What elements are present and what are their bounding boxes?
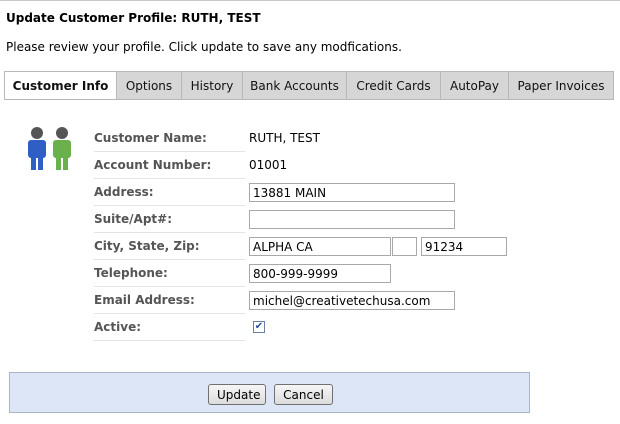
update-button[interactable]: Update xyxy=(208,384,266,405)
tab-credit-cards[interactable]: Credit Cards xyxy=(347,71,441,100)
suite-input[interactable] xyxy=(249,210,455,229)
suite-label: Suite/Apt#: xyxy=(94,206,245,233)
tab-paper-invoices[interactable]: Paper Invoices xyxy=(509,71,614,100)
button-bar: Update Cancel xyxy=(9,372,530,413)
city-state-zip-row: City, State, Zip: xyxy=(94,233,514,260)
tab-customer-info[interactable]: Customer Info xyxy=(4,71,117,100)
active-checkbox[interactable]: ✔ xyxy=(253,321,265,333)
telephone-label: Telephone: xyxy=(94,260,245,287)
address-row: Address: xyxy=(94,179,514,206)
telephone-input[interactable] xyxy=(249,264,391,283)
tab-bank-accounts[interactable]: Bank Accounts xyxy=(243,71,347,100)
users-icon xyxy=(28,127,71,170)
tab-options[interactable]: Options xyxy=(117,71,182,100)
account-number-value: 01001 xyxy=(249,158,288,172)
zip-input[interactable] xyxy=(421,237,507,256)
page-title: Update Customer Profile: RUTH, TEST xyxy=(6,11,261,25)
address-label: Address: xyxy=(94,179,245,206)
active-row: Active: ✔ xyxy=(94,314,514,341)
account-number-row: Account Number: 01001 xyxy=(94,152,514,179)
state-input[interactable] xyxy=(392,237,417,256)
cancel-button[interactable]: Cancel xyxy=(274,384,333,405)
city-state-zip-label: City, State, Zip: xyxy=(94,233,245,260)
tab-history[interactable]: History xyxy=(182,71,243,100)
address-input[interactable] xyxy=(249,183,455,202)
suite-row: Suite/Apt#: xyxy=(94,206,514,233)
account-number-label: Account Number: xyxy=(94,152,245,179)
email-label: Email Address: xyxy=(94,287,245,314)
top-divider xyxy=(0,0,620,1)
email-row: Email Address: xyxy=(94,287,514,314)
tab-bar: Customer Info Options History Bank Accou… xyxy=(4,71,614,100)
tab-autopay[interactable]: AutoPay xyxy=(441,71,509,100)
tab-divider xyxy=(4,99,614,100)
customer-name-value: RUTH, TEST xyxy=(249,131,320,145)
customer-form: Customer Name: RUTH, TEST Account Number… xyxy=(94,125,514,341)
customer-name-row: Customer Name: RUTH, TEST xyxy=(94,125,514,152)
telephone-row: Telephone: xyxy=(94,260,514,287)
customer-name-label: Customer Name: xyxy=(94,125,245,152)
city-input[interactable] xyxy=(249,237,391,256)
email-input[interactable] xyxy=(249,291,455,310)
active-label: Active: xyxy=(94,314,245,341)
instructions-text: Please review your profile. Click update… xyxy=(6,40,402,54)
